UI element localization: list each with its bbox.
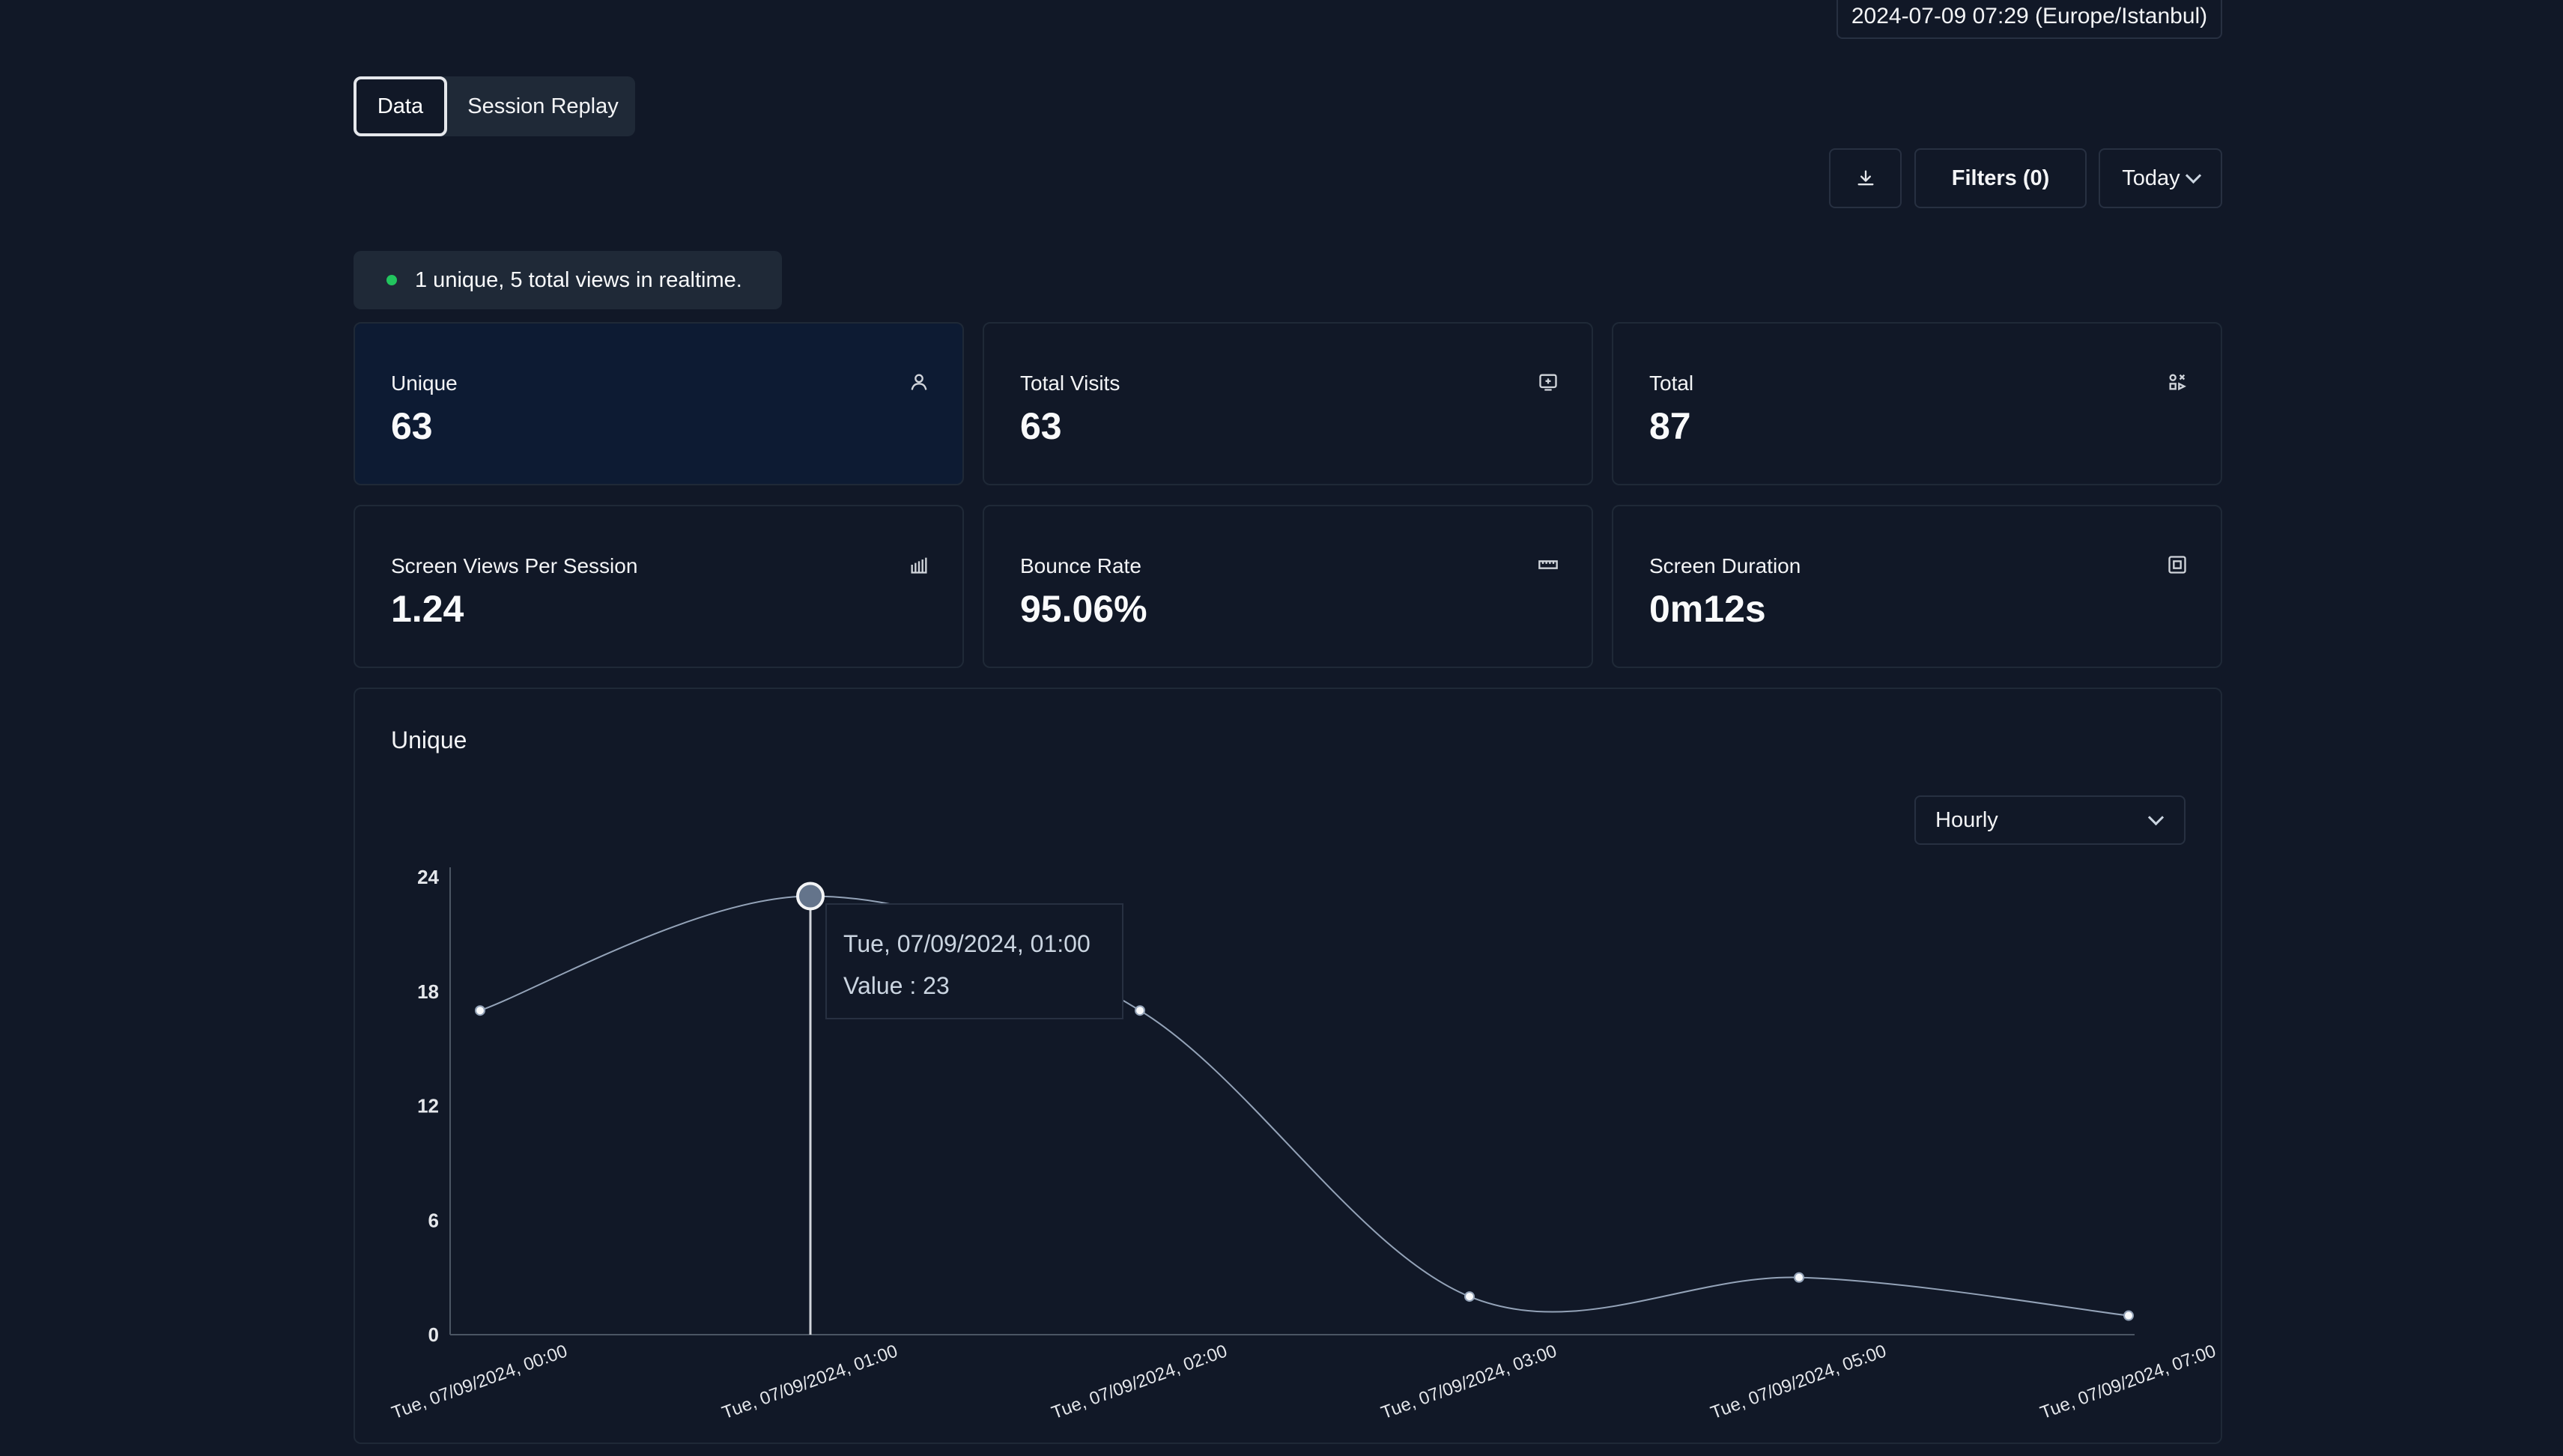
data-point bbox=[475, 1005, 485, 1016]
tooltip-date: Tue, 07/09/2024, 01:00 bbox=[843, 930, 1091, 957]
line-chart: 0 6 12 18 24 Tue, 07/09/2024, 00:00 Tue, 07/09… bbox=[389, 866, 2218, 1423]
series-line bbox=[479, 895, 2129, 1317]
data-point-active bbox=[796, 882, 825, 911]
y-tick-label: 12 bbox=[417, 1095, 439, 1117]
data-point bbox=[1794, 1272, 1804, 1283]
x-tick-label: Tue, 07/09/2024, 02:00 bbox=[1049, 1341, 1230, 1423]
x-tick-label: Tue, 07/09/2024, 01:00 bbox=[719, 1341, 900, 1423]
data-point bbox=[1135, 1005, 1145, 1016]
tooltip-value: Value : 23 bbox=[843, 972, 950, 999]
x-tick-label: Tue, 07/09/2024, 03:00 bbox=[1378, 1341, 1559, 1423]
y-tick-label: 18 bbox=[417, 980, 439, 1003]
y-tick-label: 24 bbox=[417, 866, 439, 888]
x-tick-label: Tue, 07/09/2024, 00:00 bbox=[389, 1341, 570, 1423]
x-tick-label: Tue, 07/09/2024, 07:00 bbox=[2037, 1341, 2218, 1423]
y-tick-label: 6 bbox=[428, 1209, 439, 1231]
x-tick-label: Tue, 07/09/2024, 05:00 bbox=[1708, 1341, 1889, 1423]
data-point bbox=[2123, 1310, 2134, 1321]
y-tick-label: 0 bbox=[428, 1323, 439, 1346]
chart-tooltip: Tue, 07/09/2024, 01:00 Value : 23 bbox=[825, 903, 1123, 1019]
data-point bbox=[1464, 1291, 1475, 1302]
